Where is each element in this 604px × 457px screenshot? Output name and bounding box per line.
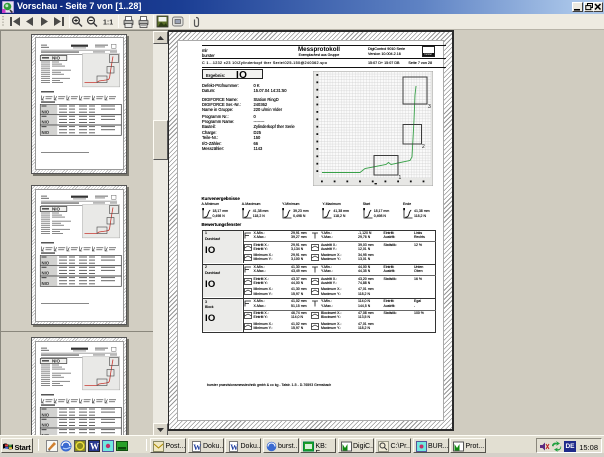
svg-text:NIO: NIO xyxy=(52,55,61,60)
svg-text:NIO: NIO xyxy=(52,207,61,212)
svg-text:W: W xyxy=(230,443,238,452)
svg-text:NIO: NIO xyxy=(42,119,50,124)
svg-text:NIO: NIO xyxy=(42,281,50,286)
svg-text:W: W xyxy=(193,443,201,452)
svg-text:W: W xyxy=(90,442,99,452)
svg-text:NIO: NIO xyxy=(42,412,50,417)
svg-text:NIO: NIO xyxy=(42,109,50,114)
svg-text:NIO: NIO xyxy=(42,130,50,135)
svg-text:1:1: 1:1 xyxy=(103,20,113,27)
svg-text:NIO: NIO xyxy=(42,423,50,428)
svg-text:NIO: NIO xyxy=(42,271,50,276)
svg-text:3: 3 xyxy=(428,104,431,110)
svg-text:1: 1 xyxy=(399,175,402,181)
svg-text:NIO: NIO xyxy=(42,260,50,265)
svg-text:2: 2 xyxy=(422,144,425,150)
svg-text:NIO: NIO xyxy=(52,359,61,364)
